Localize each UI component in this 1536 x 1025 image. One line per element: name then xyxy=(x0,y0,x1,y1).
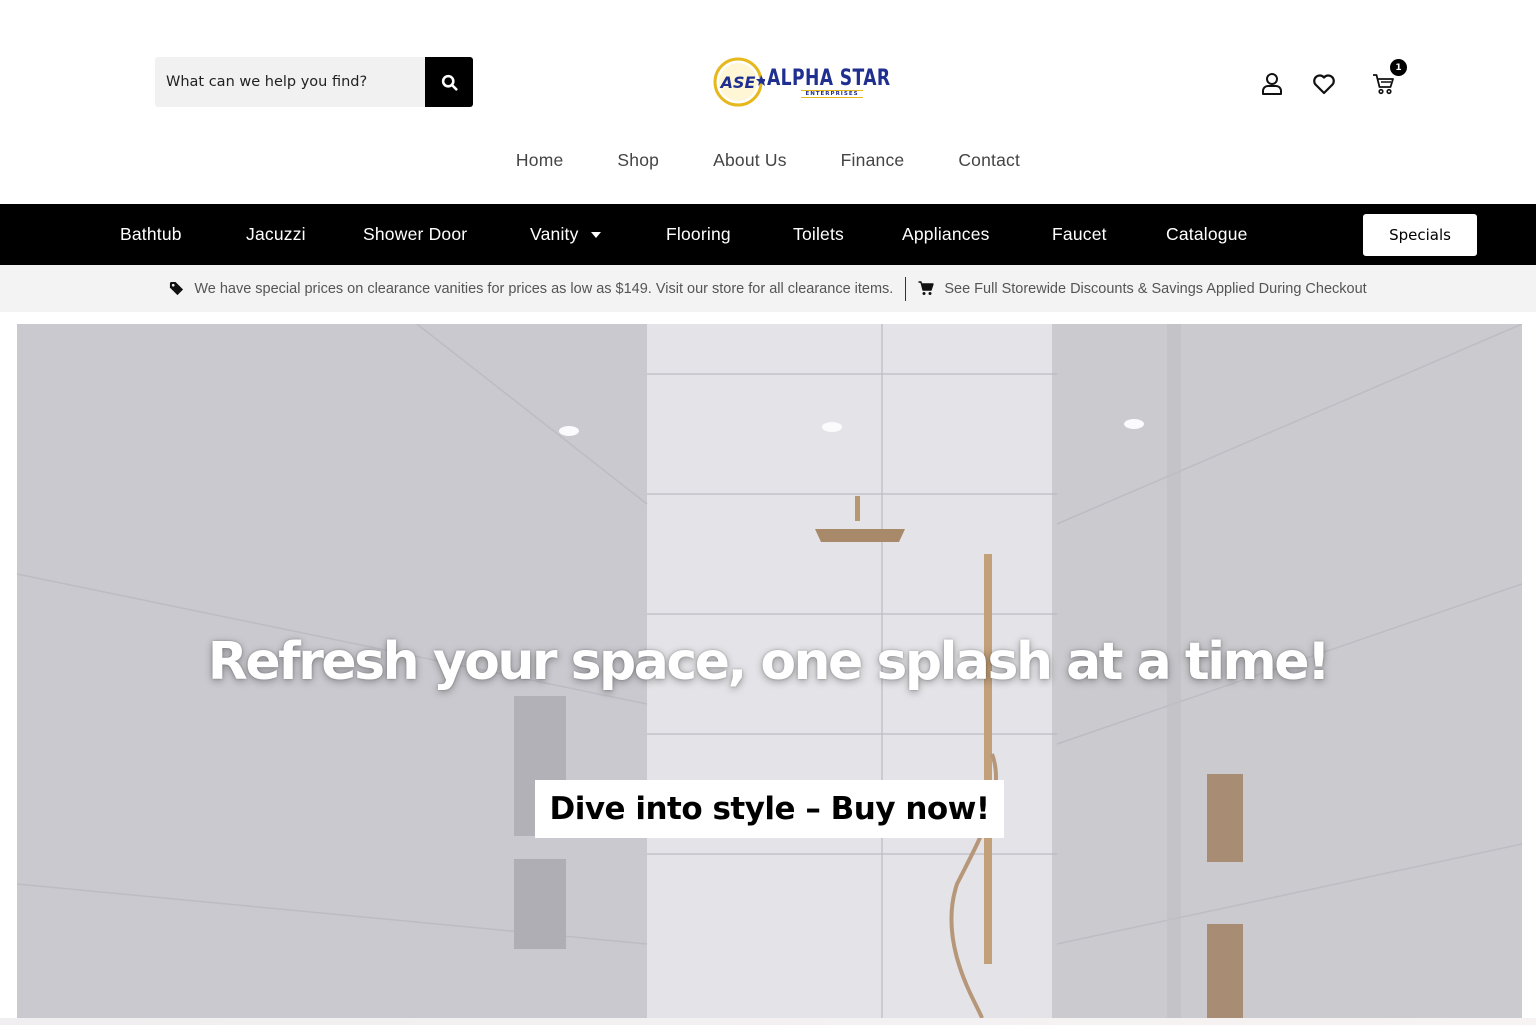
wishlist-button[interactable] xyxy=(1310,70,1338,98)
main-nav: Home Shop About Us Finance Contact xyxy=(0,150,1536,171)
cart-icon xyxy=(918,281,935,295)
heart-icon xyxy=(1313,74,1335,95)
site-logo[interactable]: ASE ALPHA STAR ENTERPRISES xyxy=(711,54,891,110)
category-vanity-label: Vanity xyxy=(530,224,579,244)
promo-discounts-text: See Full Storewide Discounts & Savings A… xyxy=(944,280,1367,297)
nav-about-us[interactable]: About Us xyxy=(686,150,814,171)
logo-emblem: ASE xyxy=(711,55,767,109)
category-bar: Bathtub Jacuzzi Shower Door Vanity Floor… xyxy=(0,204,1536,265)
user-icon xyxy=(1262,73,1282,95)
caret-down-icon xyxy=(590,231,601,238)
category-catalogue[interactable]: Catalogue xyxy=(1166,204,1248,265)
search-form xyxy=(155,57,473,107)
category-jacuzzi[interactable]: Jacuzzi xyxy=(246,204,306,265)
cart-icon xyxy=(1373,74,1394,95)
cart-count-badge: 1 xyxy=(1390,59,1407,76)
promo-clearance: We have special prices on clearance vani… xyxy=(169,281,893,297)
search-input[interactable] xyxy=(155,57,425,107)
category-faucet[interactable]: Faucet xyxy=(1052,204,1107,265)
category-shower-door[interactable]: Shower Door xyxy=(363,204,467,265)
logo-name: ALPHA STAR xyxy=(767,66,891,91)
nav-finance[interactable]: Finance xyxy=(814,150,932,171)
promo-discounts: See Full Storewide Discounts & Savings A… xyxy=(918,280,1367,297)
header-actions: 1 xyxy=(1258,59,1407,102)
cart-button[interactable]: 1 xyxy=(1370,59,1407,98)
svg-text:ASE: ASE xyxy=(719,73,756,92)
category-vanity[interactable]: Vanity xyxy=(530,204,601,265)
specials-button[interactable]: Specials xyxy=(1363,214,1477,256)
promo-clearance-text: We have special prices on clearance vani… xyxy=(194,280,894,297)
category-toilets[interactable]: Toilets xyxy=(793,204,844,265)
nav-shop[interactable]: Shop xyxy=(590,150,686,171)
account-button[interactable] xyxy=(1258,70,1286,98)
promo-divider xyxy=(905,276,907,301)
search-icon xyxy=(441,74,458,91)
category-flooring[interactable]: Flooring xyxy=(666,204,731,265)
category-bathtub[interactable]: Bathtub xyxy=(120,204,182,265)
search-button[interactable] xyxy=(425,57,473,107)
hero-buy-now-button[interactable]: Dive into style – Buy now! xyxy=(535,780,1004,838)
page-bottom-edge xyxy=(0,1018,1536,1025)
promo-strip: We have special prices on clearance vani… xyxy=(0,265,1536,312)
nav-home[interactable]: Home xyxy=(489,150,590,171)
tag-icon xyxy=(170,281,184,296)
category-appliances[interactable]: Appliances xyxy=(902,204,990,265)
logo-sub: ENTERPRISES xyxy=(801,90,863,98)
hero-title: Refresh your space, one splash at a time… xyxy=(207,632,1331,692)
logo-wordmark: ALPHA STAR ENTERPRISES xyxy=(767,66,917,98)
nav-contact[interactable]: Contact xyxy=(931,150,1047,171)
